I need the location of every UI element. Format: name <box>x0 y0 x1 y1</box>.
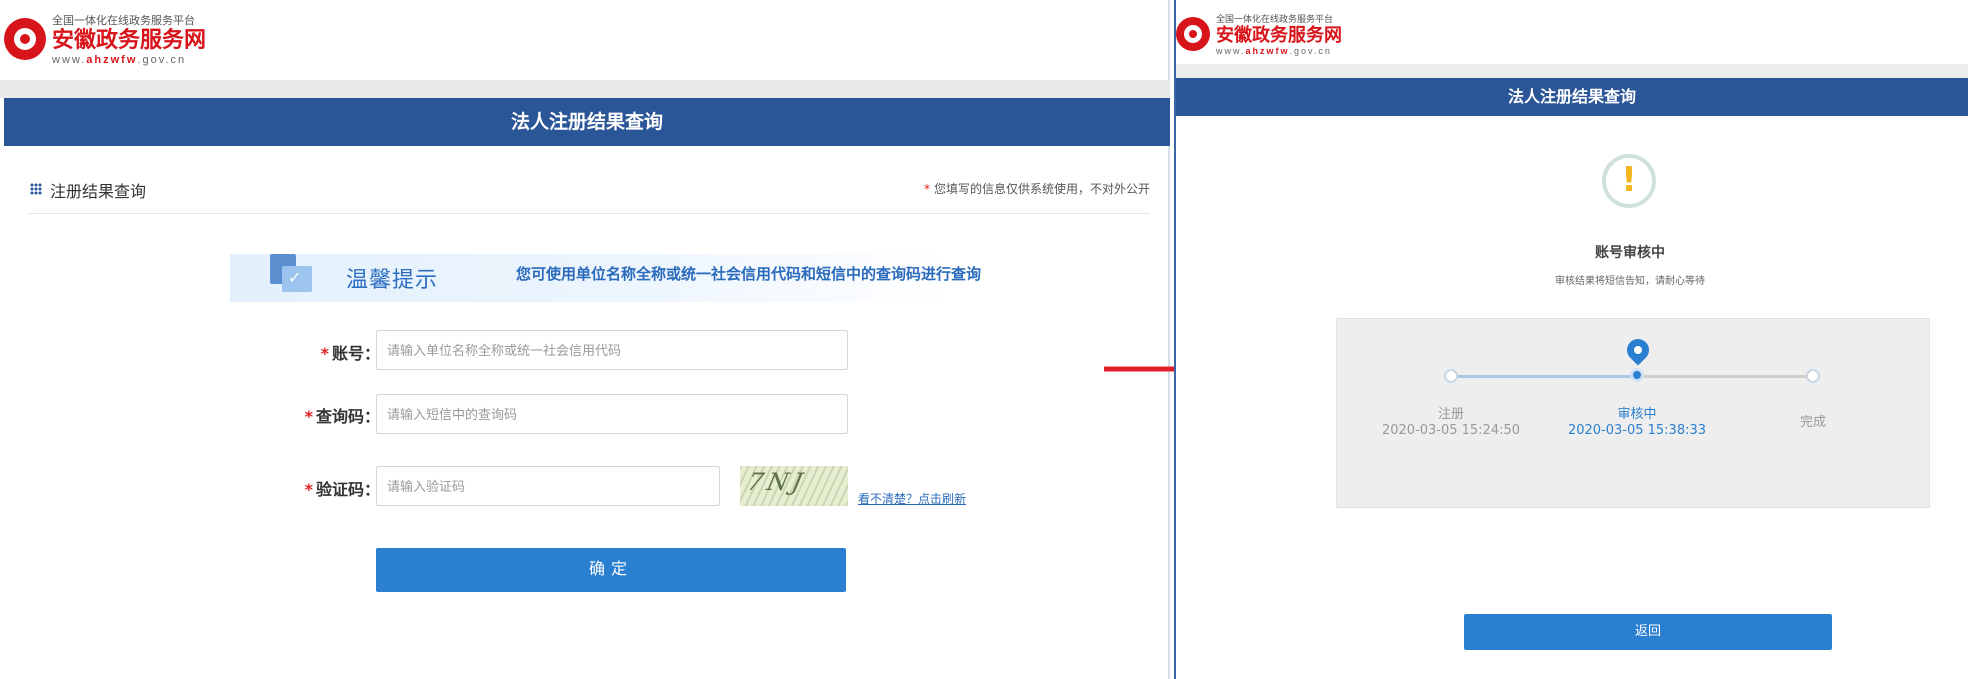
site-logo[interactable]: 全国一体化在线政务服务平台 安徽政务服务网 www.ahzwfw.gov.cn <box>4 12 206 66</box>
tip-banner: ✓ 温馨提示 您可使用单位名称全称或统一社会信用代码和短信中的查询码进行查询 <box>230 254 981 302</box>
step-label-reviewing: 审核中 <box>1617 407 1657 422</box>
captcha-image[interactable]: 7NJ <box>740 466 848 506</box>
required-mark: * <box>923 182 930 196</box>
status-title: 账号审核中 <box>1595 245 1665 261</box>
privacy-note: * 您填写的信息仅供系统使用，不对外公开 <box>923 182 1150 196</box>
site-name: 安徽政务服务网 <box>52 28 207 53</box>
section-header: 注册结果查询 * 您填写的信息仅供系统使用，不对外公开 <box>28 178 1150 214</box>
step-label-register: 注册 <box>1437 407 1464 422</box>
site-url: www.ahzwfw.gov.cn <box>52 54 187 66</box>
document-check-icon: ✓ <box>270 254 318 302</box>
captcha-code: 7NJ <box>745 468 809 496</box>
logo-emblem-icon <box>1176 17 1210 51</box>
site-name: 安徽政务服务网 <box>1216 25 1342 46</box>
header-divider <box>0 80 1170 98</box>
progress-steps: 注册 2020-03-05 15:24:50 审核中 2020-03-05 15… <box>1336 318 1930 508</box>
result-page-title: 法人注册结果查询 <box>1176 78 1968 116</box>
query-code-input[interactable] <box>376 394 848 434</box>
step-time-reviewing: 2020-03-05 15:38:33 <box>1567 423 1707 438</box>
submit-button[interactable]: 确定 <box>376 548 846 592</box>
step-time-register: 2020-03-05 15:24:50 <box>1381 423 1521 438</box>
header-divider <box>1176 64 1968 78</box>
site-url: www.ahzwfw.gov.cn <box>1216 46 1332 56</box>
account-label: * 账号： <box>320 344 380 363</box>
site-logo-small[interactable]: 全国一体化在线政务服务平台 安徽政务服务网 www.ahzwfw.gov.cn <box>1176 12 1342 56</box>
status-subtitle: 审核结果将短信告知，请耐心等待 <box>1555 276 1705 287</box>
captcha-input[interactable] <box>376 466 720 506</box>
platform-name: 全国一体化在线政务服务平台 <box>1216 14 1334 24</box>
warning-icon: ! <box>1602 154 1656 208</box>
tip-text: 您可使用单位名称全称或统一社会信用代码和短信中的查询码进行查询 <box>516 265 982 283</box>
page-title: 法人注册结果查询 <box>4 98 1170 146</box>
step-dot-register <box>1444 369 1458 383</box>
refresh-captcha-link[interactable]: 看不清楚？点击刷新 <box>858 490 966 507</box>
query-code-label: * 查询码： <box>304 407 380 426</box>
step-dot-reviewing <box>1630 368 1644 382</box>
captcha-label: * 验证码： <box>304 480 380 499</box>
back-button[interactable]: 返回 <box>1464 614 1832 650</box>
tip-title: 温馨提示 <box>346 268 439 293</box>
section-title: 注册结果查询 <box>50 182 147 201</box>
step-dot-complete <box>1806 369 1820 383</box>
logo-emblem-icon <box>4 18 46 60</box>
step-label-complete: 完成 <box>1799 415 1826 430</box>
grid-icon <box>30 183 42 195</box>
location-pin-icon <box>1622 334 1654 366</box>
account-input[interactable] <box>376 330 848 370</box>
platform-name: 全国一体化在线政务服务平台 <box>52 15 195 27</box>
